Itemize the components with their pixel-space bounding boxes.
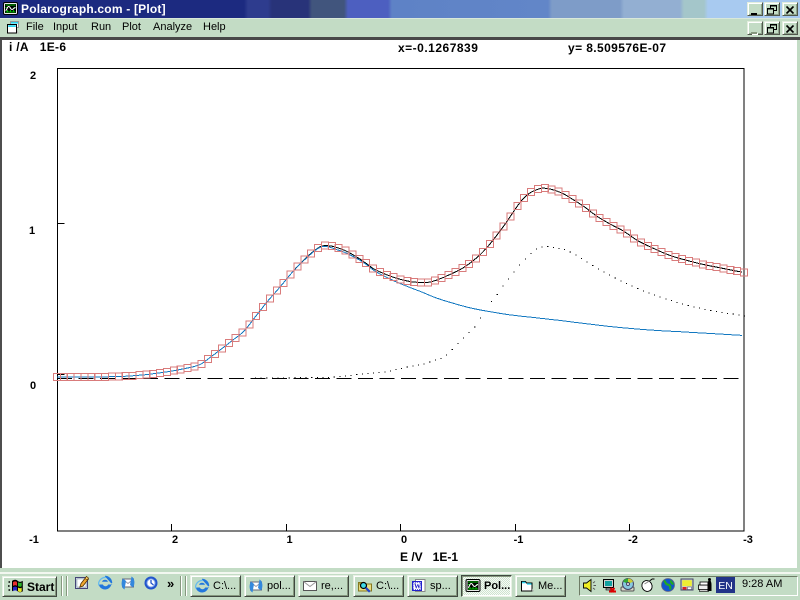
svg-text:2: 2 xyxy=(172,534,178,546)
svg-text:0: 0 xyxy=(401,534,407,546)
svg-text:EN: EN xyxy=(718,580,733,592)
svg-text:-3: -3 xyxy=(743,534,753,546)
svg-text:1: 1 xyxy=(286,534,292,546)
svg-text:0: 0 xyxy=(30,380,36,392)
svg-text:-2: -2 xyxy=(628,534,638,546)
svg-text:W: W xyxy=(414,583,421,591)
svg-text:-1: -1 xyxy=(29,534,39,546)
svg-text:1: 1 xyxy=(29,225,35,237)
svg-text:-1: -1 xyxy=(514,534,524,546)
svg-text:2: 2 xyxy=(30,70,36,82)
